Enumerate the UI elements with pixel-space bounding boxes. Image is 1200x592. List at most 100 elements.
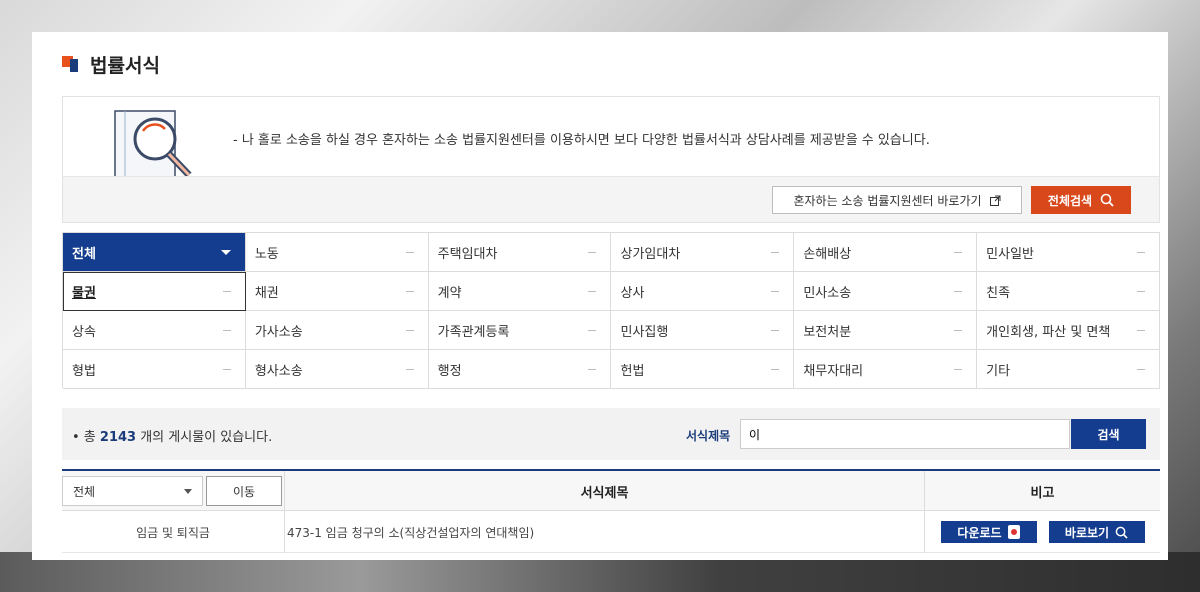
page-header: 법률서식 [62, 52, 160, 77]
category-label: 형법 [72, 363, 96, 379]
result-count: • 총 2143 개의 게시물이 있습니다. [72, 426, 272, 445]
dash-icon [1136, 329, 1145, 331]
hwp-file-icon [1007, 525, 1020, 539]
category-label: 민사일반 [986, 246, 1034, 262]
category-label: 채무자대리 [803, 363, 864, 379]
dash-icon [771, 251, 780, 253]
category-item[interactable]: 상속 [63, 311, 246, 350]
row-actions: 다운로드 바로보기 [925, 511, 1160, 553]
caret-down-icon [220, 249, 231, 255]
category-label: 상속 [72, 324, 96, 340]
category-label: 상가임대차 [620, 246, 681, 262]
category-label: 전체 [72, 246, 96, 262]
category-item[interactable]: 채권 [245, 272, 429, 311]
dash-icon [405, 329, 414, 331]
count-suffix: 개의 게시물이 있습니다. [136, 430, 273, 445]
dash-icon [405, 368, 414, 370]
search-bar: • 총 2143 개의 게시물이 있습니다. 서식제목 검색 [62, 408, 1160, 460]
table-header: 전체 이동 서식제목 비고 [62, 471, 1160, 511]
category-item[interactable]: 보전처분 [794, 311, 978, 350]
category-item[interactable]: 형사소송 [245, 350, 429, 389]
category-item[interactable]: 친족 [977, 272, 1160, 311]
category-label: 가족관계등록 [437, 324, 510, 340]
dash-icon [1136, 251, 1145, 253]
intro-box: - 나 홀로 소송을 하실 경우 혼자하는 소송 법률지원센터를 이용하시면 보… [62, 96, 1160, 223]
count-prefix: • 총 [72, 430, 100, 445]
row-category: 임금 및 퇴직금 [136, 525, 210, 540]
category-label: 손해배상 [803, 246, 852, 262]
search-field-label: 서식제목 [686, 429, 731, 443]
dash-icon [222, 329, 231, 331]
row-title[interactable]: 473-1 임금 청구의 소(직상건설업자의 연대책임) [284, 511, 925, 553]
category-item[interactable]: 채무자대리 [794, 350, 978, 389]
category-item[interactable]: 형법 [63, 350, 246, 389]
category-item[interactable]: 헌법 [611, 350, 795, 389]
search-icon [1100, 193, 1114, 207]
view-label: 바로보기 [1064, 525, 1110, 540]
dash-icon [588, 251, 597, 253]
category-item[interactable]: 가사소송 [245, 311, 429, 350]
dash-icon [405, 290, 414, 292]
count-number: 2143 [99, 430, 137, 445]
search-all-label: 전체검색 [1047, 193, 1093, 208]
view-button[interactable]: 바로보기 [1048, 521, 1145, 543]
dash-icon [954, 368, 963, 370]
category-item[interactable]: 상사 [611, 272, 795, 311]
legal-center-link-button[interactable]: 혼자하는 소송 법률지원센터 바로가기 [772, 186, 1022, 214]
category-label: 형사소송 [254, 363, 303, 379]
move-button[interactable]: 이동 [206, 476, 282, 506]
category-label: 보전처분 [803, 324, 852, 340]
dash-icon [771, 290, 780, 292]
category-item[interactable]: 가족관계등록 [428, 311, 612, 350]
forms-table: 전체 이동 서식제목 비고 임금 및 퇴직금 473-1 임금 청구의 소(직상… [62, 469, 1160, 560]
category-label: 개인회생, 파산 및 면책 [986, 324, 1111, 340]
category-item[interactable]: 민사소송 [794, 272, 978, 311]
dash-icon [771, 329, 780, 331]
chevron-down-icon [184, 488, 192, 494]
category-label: 물권 [72, 285, 96, 301]
dash-icon [954, 329, 963, 331]
category-label: 채권 [254, 285, 279, 301]
category-item[interactable]: 계약 [428, 272, 612, 311]
category-item[interactable]: 주택임대차 [428, 233, 612, 272]
legal-center-link-label: 혼자하는 소송 법률지원센터 바로가기 [793, 193, 982, 208]
search-all-button[interactable]: 전체검색 [1031, 186, 1131, 214]
category-item[interactable]: 노동 [245, 233, 429, 272]
category-item-selected[interactable]: 물권 [63, 272, 246, 311]
category-label: 기타 [986, 363, 1011, 379]
column-header-title: 서식제목 [284, 471, 925, 511]
category-item[interactable]: 행정 [428, 350, 612, 389]
dash-icon [588, 368, 597, 370]
search-input[interactable] [740, 419, 1070, 449]
category-item-all[interactable]: 전체 [63, 233, 246, 272]
category-label: 계약 [437, 285, 462, 301]
category-label: 주택임대차 [437, 246, 498, 262]
search-icon [1115, 526, 1128, 539]
category-item[interactable]: 민사집행 [611, 311, 795, 350]
title-mark-icon [62, 56, 78, 72]
document-magnifier-icon [114, 110, 192, 177]
dash-icon [588, 290, 597, 292]
dash-icon [954, 290, 963, 292]
category-item[interactable]: 손해배상 [794, 233, 978, 272]
page-title: 법률서식 [90, 54, 160, 77]
dash-icon [954, 251, 963, 253]
legal-forms-panel: 법률서식 - 나 홀로 소송을 하실 경우 혼자하는 소송 법률지원센터를 이용… [32, 32, 1168, 560]
download-button[interactable]: 다운로드 [940, 521, 1037, 543]
table-row: 임금 및 퇴직금 473-1 임금 청구의 소(직상건설업자의 연대책임) 다운… [62, 511, 1160, 553]
dash-icon [222, 290, 231, 292]
intro-notice: - 나 홀로 소송을 하실 경우 혼자하는 소송 법률지원센터를 이용하시면 보… [233, 133, 930, 148]
dash-icon [588, 329, 597, 331]
dash-icon [1136, 290, 1145, 292]
category-item[interactable]: 개인회생, 파산 및 면책 [977, 311, 1160, 350]
category-item[interactable]: 기타 [977, 350, 1160, 389]
category-select[interactable]: 전체 [62, 476, 203, 506]
category-item[interactable]: 민사일반 [977, 233, 1160, 272]
category-label: 민사소송 [803, 285, 852, 301]
search-button[interactable]: 검색 [1071, 419, 1146, 449]
dash-icon [405, 251, 414, 253]
category-label: 상사 [620, 285, 645, 301]
category-item[interactable]: 상가임대차 [611, 233, 795, 272]
column-header-note: 비고 [1030, 485, 1055, 501]
dash-icon [222, 368, 231, 370]
